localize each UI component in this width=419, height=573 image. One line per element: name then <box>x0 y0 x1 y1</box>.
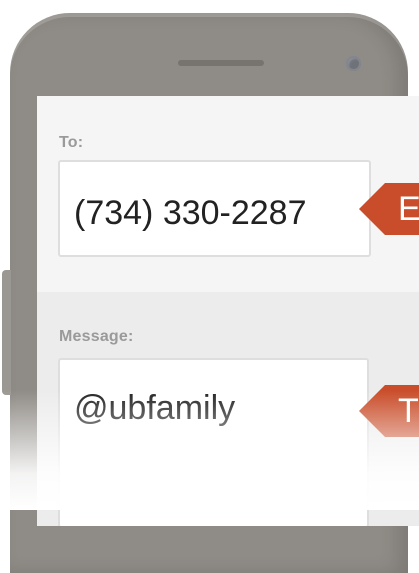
camera-icon <box>346 56 361 71</box>
to-input[interactable]: (734) 330-2287 <box>58 160 371 257</box>
to-label: To: <box>59 134 84 151</box>
speaker-grille <box>178 60 264 66</box>
callout-tag-label: E <box>398 190 419 228</box>
message-input[interactable]: @ubfamily <box>58 358 369 526</box>
side-button <box>2 270 11 395</box>
callout-tag-label: T <box>398 392 419 430</box>
to-section: To: (734) 330-2287 <box>37 96 419 292</box>
phone-screen: To: (734) 330-2287 Message: @ubfamily <box>37 96 419 526</box>
message-label: Message: <box>59 328 134 345</box>
